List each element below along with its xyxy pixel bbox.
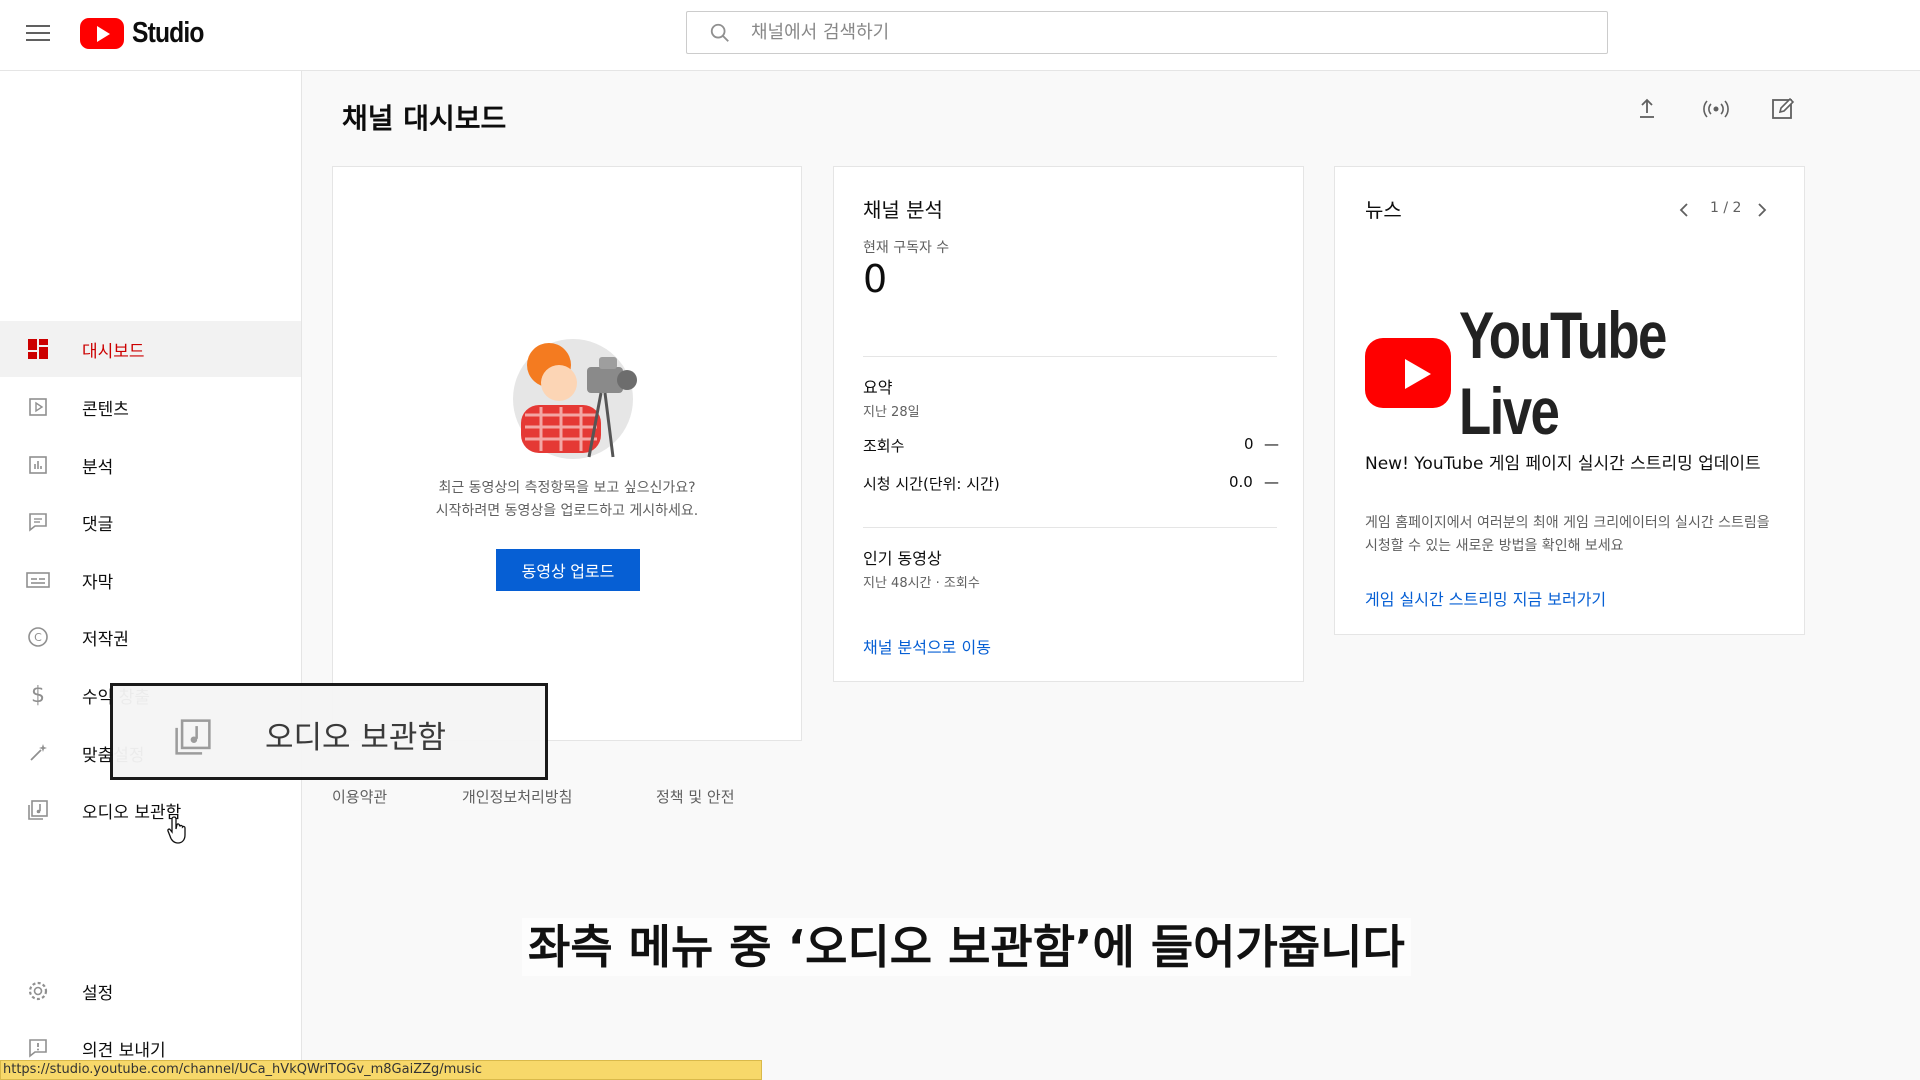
banner-text: YouTube Live xyxy=(1459,298,1667,448)
content-icon xyxy=(26,395,50,419)
search-box[interactable] xyxy=(686,11,1608,54)
dashboard-icon xyxy=(26,337,50,361)
youtube-live-banner: YouTube Live xyxy=(1365,297,1804,449)
audio-library-icon xyxy=(26,798,50,822)
sidebar-item-audio-library[interactable]: 오디오 보관함 xyxy=(0,782,301,838)
divider xyxy=(863,356,1277,357)
page-title: 채널 대시보드 xyxy=(342,102,507,135)
camera-person-illustration xyxy=(513,339,637,459)
sidebar-item-dashboard[interactable]: 대시보드 xyxy=(0,321,301,377)
comments-icon xyxy=(26,510,50,534)
zoom-highlight-popup: 오디오 보관함 xyxy=(110,683,548,780)
divider xyxy=(863,527,1277,528)
youtube-play-icon xyxy=(1365,338,1452,408)
sidebar-item-label: 대시보드 xyxy=(82,341,145,362)
youtube-play-icon xyxy=(80,17,124,49)
views-value: 0 xyxy=(1244,435,1254,453)
audio-library-icon xyxy=(175,719,211,755)
sidebar-item-analytics[interactable]: 분석 xyxy=(0,437,301,493)
news-link[interactable]: 게임 실시간 스트리밍 지금 보러가기 xyxy=(1365,586,1606,610)
studio-logo[interactable]: Studio xyxy=(80,15,216,51)
chevron-right-icon[interactable] xyxy=(1755,201,1769,219)
sidebar-item-comments[interactable]: 댓글 xyxy=(0,494,301,550)
analytics-icon xyxy=(26,453,50,477)
sidebar-item-copyright[interactable]: C 저작권 xyxy=(0,609,301,665)
search-icon xyxy=(710,23,729,42)
watch-time-label: 시청 시간(단위: 시간) xyxy=(863,475,1000,493)
copyright-icon: C xyxy=(26,625,50,649)
top-videos-title: 인기 동영상 xyxy=(863,549,942,568)
policy-link[interactable]: 정책 및 안전 xyxy=(656,786,735,807)
video-caption: 좌측 메뉴 중 ‘오디오 보관함’에 들어가줍니다 xyxy=(522,918,1411,976)
gear-icon xyxy=(26,979,50,1003)
news-card: 뉴스 1 / 2 YouTube Live New! YouTube 게임 페이… xyxy=(1334,166,1805,635)
live-stream-icon[interactable] xyxy=(1701,96,1731,126)
views-trend: — xyxy=(1264,435,1279,453)
svg-text:C: C xyxy=(34,631,42,644)
feedback-icon xyxy=(26,1036,50,1060)
terms-link[interactable]: 이용약관 xyxy=(332,786,387,807)
sidebar-item-subtitles[interactable]: 자막 xyxy=(0,552,301,608)
hand-cursor-icon xyxy=(167,816,186,844)
subscribers-value: 0 xyxy=(863,257,888,301)
summary-title: 요약 xyxy=(863,378,893,397)
sidebar-item-settings[interactable]: 설정 xyxy=(0,963,301,1019)
magic-wand-icon xyxy=(26,741,50,765)
summary-period: 지난 28일 xyxy=(863,405,920,420)
sidebar: 대시보드 콘텐츠 분석 댓글 자막 C 저작권 $ 수익 창출 맞춤설정 오디오… xyxy=(0,71,302,1080)
create-post-icon[interactable] xyxy=(1770,96,1796,126)
popup-label: 오디오 보관함 xyxy=(265,720,446,756)
menu-icon[interactable] xyxy=(26,22,50,42)
watch-time-trend: — xyxy=(1264,473,1279,491)
logo-text: Studio xyxy=(132,16,204,49)
views-label: 조회수 xyxy=(863,437,905,455)
sidebar-item-label: 댓글 xyxy=(82,514,114,535)
search-input[interactable] xyxy=(751,22,1551,43)
privacy-link[interactable]: 개인정보처리방침 xyxy=(462,786,572,807)
top-bar: Studio xyxy=(0,0,1920,71)
sidebar-item-label: 자막 xyxy=(82,572,114,593)
upload-message-line1: 최근 동영상의 측정항목을 보고 싶으신가요? xyxy=(438,480,696,496)
sidebar-item-label: 의견 보내기 xyxy=(82,1040,166,1061)
news-title: 뉴스 xyxy=(1365,198,1402,222)
news-body: 게임 홈페이지에서 여러분의 최애 게임 크리에이터의 실시간 스트림을 시청할… xyxy=(1365,515,1770,554)
sidebar-item-label: 저작권 xyxy=(82,629,129,650)
watch-time-value: 0.0 xyxy=(1229,473,1253,491)
news-headline[interactable]: New! YouTube 게임 페이지 실시간 스트리밍 업데이트 xyxy=(1365,451,1781,477)
sidebar-item-label: 분석 xyxy=(82,457,114,478)
top-videos-period: 지난 48시간 · 조회수 xyxy=(863,576,980,591)
upload-icon[interactable] xyxy=(1634,96,1660,126)
sidebar-item-content[interactable]: 콘텐츠 xyxy=(0,379,301,435)
upload-message-line2: 시작하려면 동영상을 업로드하고 게시하세요. xyxy=(435,503,699,519)
upload-card: 최근 동영상의 측정항목을 보고 싶으신가요? 시작하려면 동영상을 업로드하고… xyxy=(332,166,802,741)
analytics-title: 채널 분석 xyxy=(863,198,943,222)
subtitles-icon xyxy=(26,568,50,592)
status-url-bar: https://studio.youtube.com/channel/UCa_h… xyxy=(0,1060,762,1080)
upload-video-button[interactable]: 동영상 업로드 xyxy=(496,549,640,591)
dollar-icon: $ xyxy=(31,682,45,708)
channel-analytics-card: 채널 분석 현재 구독자 수 0 요약 지난 28일 조회수 0 — 시청 시간… xyxy=(833,166,1304,682)
chevron-left-icon[interactable] xyxy=(1677,201,1691,219)
sidebar-item-label: 설정 xyxy=(82,983,114,1004)
subscribers-label: 현재 구독자 수 xyxy=(863,240,950,256)
go-to-analytics-link[interactable]: 채널 분석으로 이동 xyxy=(863,634,991,658)
sidebar-item-label: 콘텐츠 xyxy=(82,399,129,420)
news-pager: 1 / 2 xyxy=(1710,200,1742,216)
